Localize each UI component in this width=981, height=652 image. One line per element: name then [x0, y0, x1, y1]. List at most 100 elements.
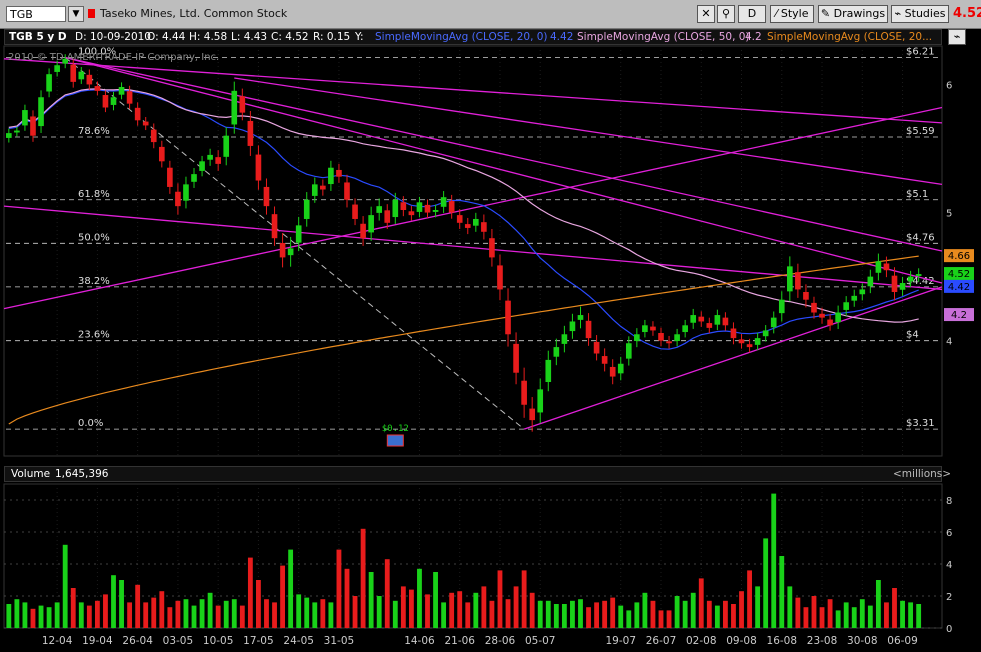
volume-bar	[191, 605, 197, 628]
price-volume-chart[interactable]: 4 5 6 100.0% 78.6% 61.8% 50.0% 38.2% 23.6% 0.0% $6…	[0, 0, 981, 652]
candle-body	[706, 323, 713, 328]
candle	[432, 204, 439, 218]
candle-body	[295, 225, 302, 243]
candle-body	[54, 65, 60, 72]
candle	[247, 110, 254, 156]
volume-bar	[215, 605, 221, 628]
volume-bar	[151, 597, 157, 628]
price-tick-label: 5	[946, 209, 952, 220]
x-tick-label: 02-08	[686, 635, 717, 647]
studies-button[interactable]: ⌁ Studies	[891, 5, 949, 23]
candle	[634, 328, 640, 348]
volume-bar	[207, 592, 213, 628]
volume-bar	[513, 586, 519, 628]
candle	[819, 307, 825, 324]
candle	[851, 289, 858, 307]
period-button[interactable]: D	[738, 5, 766, 23]
candle-body	[601, 356, 608, 364]
candle	[118, 82, 125, 100]
volume-bar	[46, 607, 52, 628]
candle	[464, 217, 471, 235]
studies-label: Studies	[904, 7, 946, 20]
volume-bar	[763, 538, 769, 628]
candle	[762, 325, 769, 342]
volume-bar	[481, 586, 487, 628]
volume-panel-frame	[3, 483, 943, 629]
symbol-input[interactable]: TGB	[6, 6, 66, 22]
candle-body	[754, 338, 761, 345]
candle-body	[448, 201, 455, 213]
candle	[577, 306, 584, 329]
candle-body	[110, 97, 117, 105]
candle-body	[408, 211, 415, 216]
volume-bar	[223, 600, 229, 628]
volume-bar	[626, 610, 632, 628]
candle	[754, 332, 761, 351]
candle	[424, 199, 431, 218]
candle-body	[215, 157, 221, 164]
candle	[690, 308, 697, 329]
symbol-dropdown-icon[interactable]: ▼	[68, 6, 84, 22]
candle-body	[142, 121, 149, 126]
chart-settings-icon[interactable]: ⌁	[948, 29, 966, 45]
style-button[interactable]: ⁄ Style	[770, 5, 814, 23]
trendline	[65, 56, 943, 252]
sma20-label[interactable]: SimpleMovingAvg (CLOSE, 20, 0)	[375, 31, 548, 43]
x-tick-label: 24-05	[283, 635, 314, 647]
candle-body	[118, 87, 125, 95]
candle	[553, 338, 560, 366]
volume-bar	[795, 597, 801, 628]
candle	[481, 214, 487, 240]
candle-body	[481, 222, 487, 232]
x-tick-label: 21-06	[444, 635, 475, 647]
x-tick-label: 19-07	[605, 635, 636, 647]
crosshair-tool-icon[interactable]: ✕	[697, 5, 715, 23]
info-close: C: 4.52	[271, 31, 309, 43]
candle-body	[416, 202, 423, 212]
candle-body	[311, 184, 318, 196]
candle	[746, 338, 753, 353]
candle-body	[287, 248, 294, 256]
candle	[473, 212, 479, 232]
candle-body	[835, 312, 841, 323]
candle-body	[690, 315, 697, 323]
candle	[778, 291, 785, 322]
value-box	[944, 267, 974, 281]
candle	[22, 104, 28, 131]
candle-body	[907, 276, 914, 282]
volume-bar	[835, 610, 841, 628]
volume-bar	[264, 599, 269, 628]
candle	[328, 160, 334, 191]
candle-body	[94, 86, 101, 91]
volume-tick-label: 8	[946, 496, 952, 507]
info-y: Y:	[355, 31, 364, 43]
trendline	[65, 56, 943, 284]
candle	[295, 216, 302, 252]
fib-price-label: $4.76	[906, 232, 935, 243]
x-tick-label: 05-07	[525, 635, 556, 647]
candle-body	[424, 204, 431, 213]
candle	[167, 160, 173, 194]
drawings-button[interactable]: ✎ Drawings	[818, 5, 888, 23]
volume-bar	[497, 570, 503, 628]
x-tick-label: 12-04	[42, 635, 73, 647]
volume-bar	[634, 602, 640, 628]
info-open: O: 4.44	[147, 31, 186, 43]
link-tool-icon[interactable]: ⚲	[717, 5, 735, 23]
candle-body	[553, 347, 560, 357]
x-tick-label: 30-08	[847, 635, 878, 647]
sma50-label[interactable]: SimpleMovingAvg (CLOSE, 50, 0)	[577, 31, 750, 43]
sma200-label[interactable]: SimpleMovingAvg (CLOSE, 20...	[767, 31, 932, 43]
candle-body	[384, 210, 391, 223]
volume-bar	[392, 600, 398, 628]
x-tick-label: 16-08	[767, 635, 798, 647]
candle	[255, 145, 262, 190]
candle-body	[811, 302, 817, 313]
volume-bar	[779, 556, 785, 628]
volume-bar	[594, 602, 600, 628]
company-name: Taseko Mines, Ltd. Common Stock	[100, 7, 288, 20]
candle	[142, 116, 149, 131]
candle-body	[376, 206, 383, 213]
price-tick-label: 4	[946, 337, 952, 348]
aggregation-label[interactable]: TGB 5 y D	[9, 31, 67, 43]
